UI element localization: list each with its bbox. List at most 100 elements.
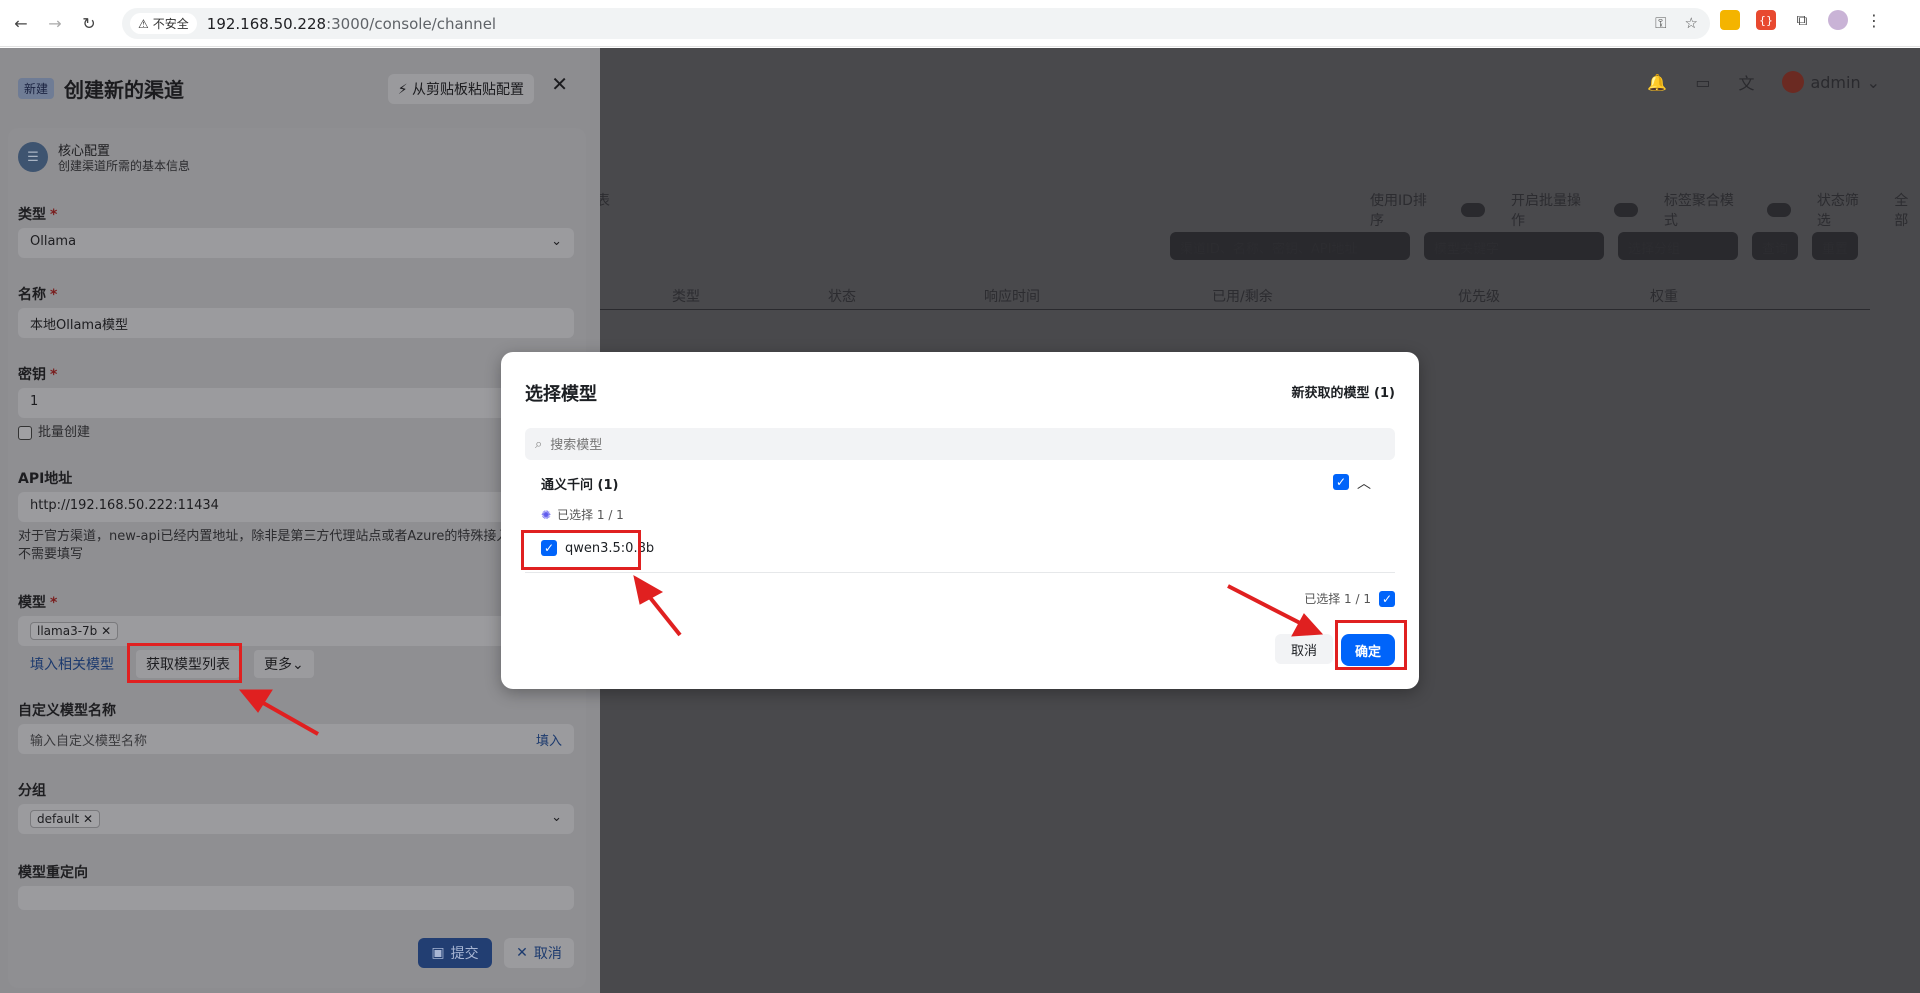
more-label: 更多	[264, 657, 292, 673]
layers-icon: ☰	[18, 142, 48, 172]
section-subtitle: 创建渠道所需的基本信息	[58, 159, 191, 173]
status-select[interactable]: 全部	[1894, 190, 1920, 230]
selected-count: 已选择 1 / 1	[557, 508, 624, 522]
api-input[interactable]: http://192.168.50.222:11434	[18, 492, 574, 522]
group-select-all-checkbox[interactable]: ✓	[1333, 474, 1349, 490]
api-value: http://192.168.50.222:11434	[30, 498, 219, 513]
chevron-down-icon: ⌄	[551, 810, 562, 825]
group-select[interactable]: 选择分组	[1618, 232, 1738, 260]
custom-model-input[interactable]: 输入自定义模型名称 填入	[18, 724, 574, 754]
star-icon[interactable]: ☆	[1685, 14, 1698, 32]
type-value: Ollama	[30, 234, 77, 249]
query-button[interactable]: 查询	[1752, 232, 1799, 260]
group-tag-label: default	[37, 812, 80, 826]
api-hint: 对于官方渠道，new-api已经内置地址，除非是第三方代理站点或者Azure的特…	[18, 529, 575, 562]
model-select[interactable]: llama3-7b ✕	[18, 616, 574, 646]
qwen-logo-icon: ✺	[541, 507, 552, 522]
checkbox[interactable]	[18, 425, 32, 440]
bell-icon[interactable]: 🔔	[1647, 73, 1667, 92]
search-icon: ⌕	[535, 436, 543, 452]
footer-selected-count: 已选择 1 / 1	[1304, 592, 1371, 606]
modal-cancel-button[interactable]: 取消	[1275, 634, 1333, 664]
extension-icon[interactable]	[1720, 10, 1740, 30]
key-label-text: 密钥	[18, 367, 46, 383]
menu-icon[interactable]: ⋮	[1864, 10, 1884, 30]
user-menu[interactable]: admin ⌄	[1782, 71, 1880, 93]
col-response-time: 响应时间	[984, 289, 1040, 305]
monitor-icon[interactable]: ▭	[1695, 73, 1710, 92]
select-model-modal: 选择模型 新获取的模型 (1) ⌕ 通义千问 (1) ✓ ︿ ✺ 已选择 1 /…	[501, 352, 1419, 689]
model-search[interactable]: ⌕	[525, 428, 1395, 460]
col-status: 状态	[828, 289, 856, 305]
warning-icon: ⚠	[138, 16, 149, 31]
model-label: 模型 *	[18, 595, 58, 611]
model-label-text: 模型	[18, 595, 46, 611]
name-value: 本地Ollama模型	[30, 318, 129, 333]
col-usage: 已用/剩余	[1212, 289, 1273, 305]
key-icon[interactable]: ⚿	[1655, 14, 1666, 32]
model-search-input[interactable]: 模型关键字	[1424, 232, 1604, 260]
key-value: 1	[30, 394, 39, 409]
key-input[interactable]: 1	[18, 388, 574, 418]
key-label: 密钥 *	[18, 367, 58, 383]
search-row: 渠道ID、名称、密钥、API地址 模型关键字 选择分组 查询 重置	[1170, 232, 1859, 260]
chevron-up-icon[interactable]: ︿	[1357, 473, 1371, 493]
app-header-icons: 🔔 ▭ 文 admin ⌄	[1647, 70, 1880, 94]
group-select[interactable]: default ✕ ⌄	[18, 804, 574, 834]
fill-button[interactable]: 填入	[536, 730, 562, 749]
address-bar[interactable]: ⚠ 不安全 192.168.50.228:3000/console/channe…	[122, 8, 1710, 39]
drawer-cancel-button[interactable]: ✕ 取消	[504, 938, 574, 968]
tag-toggle[interactable]	[1767, 203, 1791, 217]
forward-icon[interactable]: →	[42, 10, 68, 36]
more-button[interactable]: 更多⌄	[254, 650, 314, 678]
bolt-icon: ⚡	[397, 82, 408, 98]
security-indicator[interactable]: ⚠ 不安全	[130, 13, 197, 34]
model-tag[interactable]: llama3-7b ✕	[30, 622, 119, 640]
profile-avatar[interactable]	[1828, 10, 1848, 30]
batch-ops-label: 开启批量操作	[1510, 193, 1581, 229]
close-icon: ✕	[516, 945, 528, 961]
drawer-title: 创建新的渠道	[64, 77, 185, 102]
chevron-down-icon: ⌄	[551, 234, 562, 249]
name-label: 名称 *	[18, 287, 58, 303]
admin-name: admin	[1810, 72, 1861, 92]
paste-config-label: 从剪贴板粘贴配置	[412, 82, 524, 98]
type-select[interactable]: Ollama ⌄	[18, 228, 574, 258]
puzzle-icon[interactable]: ⧉	[1792, 10, 1812, 30]
drawer-cancel-label: 取消	[533, 946, 562, 962]
avatar	[1782, 71, 1805, 93]
footer-selected: 已选择 1 / 1 ✓	[1304, 590, 1395, 607]
modal-title: 选择模型	[525, 384, 597, 405]
group-tag[interactable]: default ✕	[30, 810, 101, 828]
fill-related-button[interactable]: 填入相关模型	[30, 654, 114, 674]
select-all-checkbox[interactable]: ✓	[1379, 590, 1395, 607]
close-icon[interactable]: ✕	[551, 72, 568, 96]
back-icon[interactable]: ←	[8, 10, 34, 36]
translate-icon[interactable]: 文	[1738, 70, 1754, 94]
api-label: API地址	[18, 471, 73, 487]
url-path: :3000/console/channel	[326, 14, 497, 33]
name-input[interactable]: 本地Ollama模型	[18, 308, 574, 338]
type-label: 类型 *	[18, 207, 58, 223]
sort-toggle[interactable]	[1461, 203, 1485, 217]
reset-button[interactable]: 重置	[1812, 232, 1859, 260]
json-extension-icon[interactable]: {}	[1756, 10, 1776, 30]
browser-toolbar: ← → ↻ ⚠ 不安全 192.168.50.228:3000/console/…	[0, 0, 1920, 47]
channel-search-input[interactable]: 渠道ID、名称、密钥、API地址	[1170, 232, 1410, 260]
batch-create-checkbox[interactable]: 批量创建	[18, 424, 578, 442]
model-search-input[interactable]	[550, 436, 1351, 452]
redirect-label: 模型重定向	[18, 865, 88, 881]
table-header: 类型 状态 响应时间 已用/剩余 优先级 权重	[600, 286, 1870, 310]
provider-group-title: 通义千问 (1)	[541, 478, 619, 493]
url-text[interactable]: 192.168.50.228:3000/console/channel	[207, 15, 496, 33]
submit-button[interactable]: ▣ 提交	[418, 938, 492, 968]
paste-config-button[interactable]: ⚡ 从剪贴板粘贴配置	[387, 74, 534, 104]
submit-label: 提交	[450, 946, 479, 962]
annotation-box	[1335, 620, 1407, 670]
reload-icon[interactable]: ↻	[76, 10, 102, 36]
batch-toggle[interactable]	[1614, 203, 1638, 217]
redirect-input[interactable]	[18, 886, 574, 910]
custom-model-label: 自定义模型名称	[18, 703, 116, 719]
sort-by-id-label: 使用ID排序	[1370, 193, 1427, 229]
new-models-tab[interactable]: 新获取的模型 (1)	[1292, 382, 1395, 401]
